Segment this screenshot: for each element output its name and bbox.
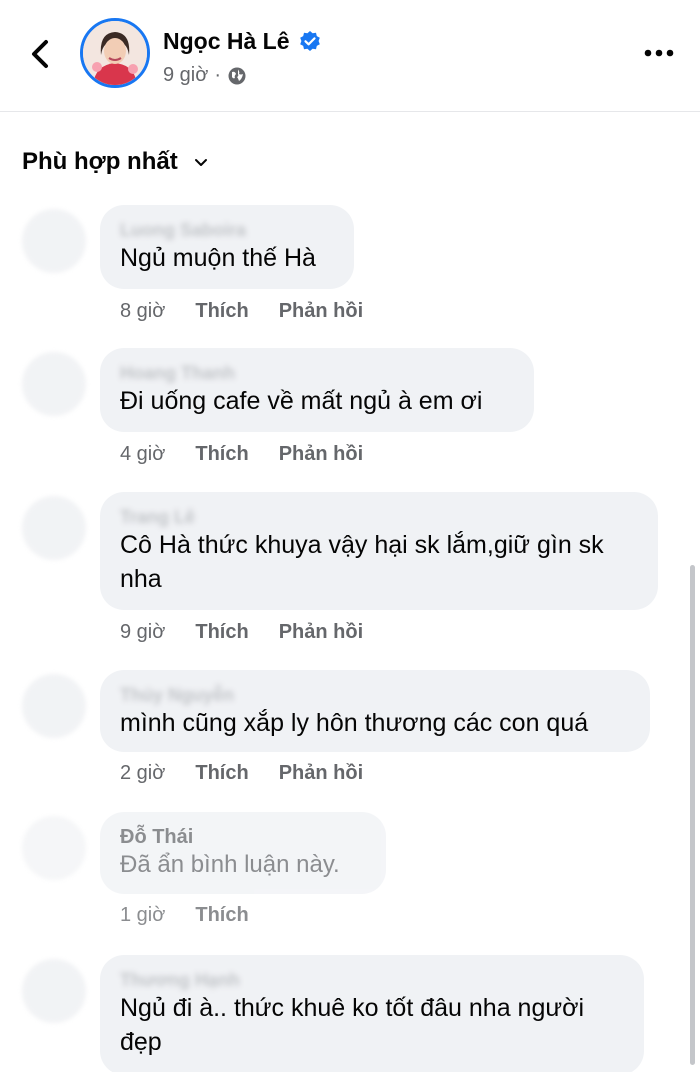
commenter-name[interactable]: Đỗ Thái <box>120 826 364 848</box>
comment-text: Đi uống cafe về mất ngủ à em ơi <box>120 387 483 415</box>
verified-badge-icon <box>299 30 320 51</box>
commenter-name[interactable]: Luong Saboira <box>120 219 332 241</box>
reply-button[interactable]: Phản hồi <box>279 621 363 644</box>
comment-bubble[interactable]: Hoang Thanh Đi uống cafe về mất ngủ à em… <box>100 348 534 432</box>
reply-button[interactable]: Phản hồi <box>279 300 363 323</box>
meta-separator: · <box>214 64 222 86</box>
comment-actions: 2 giờ Thích Phản hồi <box>120 762 363 785</box>
post-meta: 9 giờ · <box>163 64 247 87</box>
reply-button[interactable]: Phản hồi <box>279 762 363 785</box>
comment-text: Đã ẩn bình luận này. <box>120 851 340 878</box>
commenter-name[interactable]: Thương Hạnh <box>120 969 622 991</box>
chevron-down-icon <box>194 159 207 166</box>
commenter-avatar[interactable] <box>22 674 86 738</box>
commenter-name[interactable]: Hoang Thanh <box>120 362 512 384</box>
sort-label: Phù hợp nhất <box>22 148 178 175</box>
author-name[interactable]: Ngọc Hà Lê <box>163 28 290 55</box>
comment-actions: 8 giờ Thích Phản hồi <box>120 300 363 323</box>
comment-time[interactable]: 1 giờ <box>120 904 165 927</box>
back-icon[interactable] <box>22 34 56 74</box>
comment-time[interactable]: 8 giờ <box>120 300 165 323</box>
comment-time[interactable]: 2 giờ <box>120 762 165 785</box>
sort-selector[interactable]: Phù hợp nhất <box>22 148 210 176</box>
comment-actions: 1 giờ Thích <box>120 904 249 927</box>
comment-time[interactable]: 4 giờ <box>120 443 165 466</box>
like-button[interactable]: Thích <box>195 300 248 323</box>
comment-bubble[interactable]: Thúy Nguyễn mình cũng xắp ly hôn thương … <box>100 670 650 752</box>
comment-text: Ngủ muộn thế Hà <box>120 244 316 272</box>
commenter-avatar[interactable] <box>22 959 86 1023</box>
commenter-name[interactable]: Trang Lê <box>120 506 636 528</box>
commenter-avatar[interactable] <box>22 496 86 560</box>
scrollbar[interactable] <box>690 565 695 1065</box>
comment-bubble[interactable]: Luong Saboira Ngủ muộn thế Hà <box>100 205 354 289</box>
comment-actions: 4 giờ Thích Phản hồi <box>120 443 363 466</box>
comment-bubble[interactable]: Thương Hạnh Ngủ đi à.. thức khuê ko tốt … <box>100 955 644 1072</box>
like-button[interactable]: Thích <box>195 762 248 785</box>
globe-icon <box>228 67 246 84</box>
like-button[interactable]: Thích <box>195 443 248 466</box>
like-button[interactable]: Thích <box>195 621 248 644</box>
author-avatar[interactable] <box>80 18 150 88</box>
more-dots-icon[interactable] <box>640 38 680 68</box>
commenter-avatar[interactable] <box>22 352 86 416</box>
like-button[interactable]: Thích <box>195 904 248 927</box>
comment-text: Cô Hà thức khuya vậy hại sk lắm,giữ gìn … <box>120 531 604 593</box>
comment-time[interactable]: 9 giờ <box>120 621 165 644</box>
commenter-avatar[interactable] <box>22 209 86 273</box>
comment-text: Ngủ đi à.. thức khuê ko tốt đâu nha ngườ… <box>120 994 585 1056</box>
post-time[interactable]: 9 giờ <box>163 64 208 87</box>
comment-actions: 9 giờ Thích Phản hồi <box>120 621 363 644</box>
commenter-name[interactable]: Thúy Nguyễn <box>120 684 628 706</box>
commenter-avatar[interactable] <box>22 816 86 880</box>
comment-bubble[interactable]: Trang Lê Cô Hà thức khuya vậy hại sk lắm… <box>100 492 658 610</box>
reply-button[interactable]: Phản hồi <box>279 443 363 466</box>
comment-text: mình cũng xắp ly hôn thương các con quá <box>120 709 589 737</box>
comment-bubble[interactable]: Đỗ Thái Đã ẩn bình luận này. <box>100 812 386 894</box>
post-header: Ngọc Hà Lê 9 giờ · <box>0 0 700 112</box>
